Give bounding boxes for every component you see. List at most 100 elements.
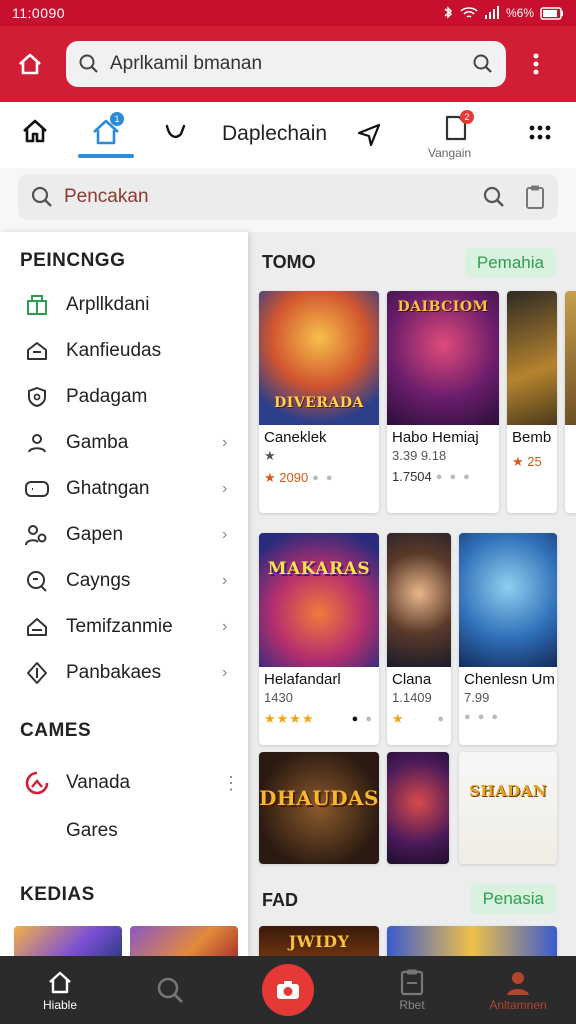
game-art: JWIDY <box>259 926 379 956</box>
clipboard-icon <box>400 969 424 996</box>
game-art: DHAUDAS <box>259 752 379 864</box>
drawer-item-label: Cayngs <box>66 570 131 591</box>
game-meta: 3.39 9.18 <box>392 448 447 463</box>
nav-store-tab[interactable]: 1 <box>90 112 124 148</box>
drawer-item-padagam[interactable]: Padagam <box>0 376 248 418</box>
game-card[interactable]: DAIBCIOM Habo Hemiaj 3.39 9.18 1.7504 ● ●… <box>387 291 499 513</box>
game-name: Bemb <box>512 429 552 446</box>
game-price: ★ 2090 <box>264 470 309 485</box>
drawer-item-label: Padagam <box>66 386 148 407</box>
drawer-item-label: Kanfieudas <box>66 340 162 361</box>
profile-icon <box>507 972 529 995</box>
overflow-menu-button[interactable] <box>524 44 548 84</box>
see-more-chip[interactable]: Pemahia <box>464 248 556 278</box>
bottom-nav-label: Anltamnen <box>489 998 547 1012</box>
drawer-game-vanada[interactable]: Vanada ⋮ <box>0 762 248 804</box>
account-label: Vangain <box>428 146 472 160</box>
game-rating: ★★★★ <box>264 711 315 726</box>
clipboard-icon[interactable] <box>524 184 546 210</box>
game-card[interactable] <box>387 752 449 864</box>
home-icon <box>23 119 47 143</box>
account-button[interactable]: 2 <box>444 110 474 142</box>
bottom-nav-home[interactable]: Hiable <box>10 956 110 1024</box>
url-text[interactable]: Aprlkamil bmanan <box>110 53 472 75</box>
drawer-item-kanfieudas[interactable]: Kanfieudas <box>0 330 248 372</box>
home-icon <box>49 971 71 994</box>
game-card[interactable]: JWIDY <box>259 926 379 956</box>
spinner-icon <box>25 771 49 795</box>
game-meta: 7.99 <box>464 690 490 705</box>
brand-title: Daplechain <box>222 122 328 145</box>
more-vertical-icon <box>533 53 539 75</box>
send-button[interactable] <box>356 120 382 146</box>
camera-button[interactable] <box>262 964 314 1016</box>
chevron-right-icon: › <box>222 572 228 589</box>
store-content: TOMO Pemahia DIVERADA Caneklek ★ ★ 2090 ●… <box>248 232 576 956</box>
chevron-right-icon: › <box>222 434 228 451</box>
game-art <box>387 752 449 864</box>
nav-home-button[interactable] <box>20 116 50 146</box>
game-card[interactable]: Clana 1.1409 ★ ● <box>387 533 451 745</box>
drawer-item-gamba[interactable]: Gamba › <box>0 422 248 464</box>
game-name: Caneklek <box>264 429 327 446</box>
drawer-item-label: Gares <box>66 820 118 841</box>
drawer-item-gapen[interactable]: Gapen › <box>0 514 248 556</box>
game-card[interactable]: Chenlesn Um 7.99 ● ● ● <box>459 533 557 745</box>
game-art-title: JWIDY <box>288 932 350 951</box>
game-card[interactable]: Bemb ★ 25 <box>507 291 557 513</box>
search-icon[interactable] <box>472 53 494 75</box>
apps-grid-button[interactable] <box>528 124 552 142</box>
game-name: Habo Hemiaj <box>392 429 479 446</box>
game-art <box>387 926 557 956</box>
url-search-bar[interactable]: Aprlkamil bmanan <box>66 41 506 87</box>
game-card[interactable]: DHAUDAS <box>259 752 379 864</box>
more-vertical-icon[interactable]: ⋮ <box>222 773 248 794</box>
status-icons: %6% <box>442 6 564 20</box>
bottom-nav-clipboard[interactable]: Rbet <box>362 956 462 1024</box>
drawer-item-arpllkdani[interactable]: Arpllkdani <box>0 284 248 326</box>
game-art-title: MAKARAS <box>267 559 371 579</box>
thumbnail-image[interactable] <box>130 926 238 956</box>
drawer-item-panbakaes[interactable]: Panbakaes › <box>0 652 248 694</box>
game-rating: ★ <box>264 448 277 463</box>
game-card[interactable]: DIVERADA Caneklek ★ ★ 2090 ● ● <box>259 291 379 513</box>
bottom-nav-label: Rbet <box>399 998 425 1012</box>
drawer-item-cayngs[interactable]: Cayngs › <box>0 560 248 602</box>
game-rating: ★ <box>392 711 405 726</box>
game-art-title: DAIBCIOM <box>397 299 489 315</box>
store-badge: 1 <box>110 112 124 126</box>
side-drawer: PEINCNGG Arpllkdani Kanfieudas Padagam G… <box>0 232 248 956</box>
bottom-nav: Hiable Rbet Anltamnen <box>0 956 576 1024</box>
game-card[interactable] <box>565 291 576 513</box>
game-card[interactable] <box>387 926 557 956</box>
search-field[interactable]: Pencakan <box>18 174 558 220</box>
pager-dots: ● ● ● <box>435 470 472 483</box>
battery-icon <box>540 6 563 20</box>
drawer-item-temifzanmie[interactable]: Temifzanmie › <box>0 606 248 648</box>
search-input[interactable]: Pencakan <box>64 186 482 208</box>
game-art <box>507 291 557 425</box>
see-more-chip[interactable]: Penasia <box>470 884 556 914</box>
camera-icon <box>277 981 299 999</box>
drawer-item-ghatngan[interactable]: Ghatngan › <box>0 468 248 510</box>
bottom-nav-profile[interactable]: Anltamnen <box>468 956 568 1024</box>
home-button[interactable] <box>10 44 50 84</box>
game-card[interactable]: SHADAN <box>459 752 557 864</box>
house-outline-icon <box>27 342 47 360</box>
gamepad-icon <box>25 481 49 497</box>
nav-check-button[interactable] <box>162 120 188 146</box>
drawer-item-label: Arpllkdani <box>66 294 150 315</box>
drawer-item-label: Temifzanmie <box>66 616 173 637</box>
game-meta: 1.1409 <box>392 690 432 705</box>
bottom-nav-search[interactable] <box>120 956 220 1024</box>
search-icon[interactable] <box>482 185 506 209</box>
check-shield-icon <box>165 124 186 138</box>
search-icon <box>157 977 183 1003</box>
grid-dots-icon <box>529 125 551 140</box>
person-icon <box>28 434 46 453</box>
search-row: Pencakan <box>0 168 576 232</box>
home-icon <box>19 53 41 75</box>
game-card[interactable]: MAKARAS Helafandarl 1430 ★★★★ ● ● <box>259 533 379 745</box>
thumbnail-image[interactable] <box>14 926 122 956</box>
drawer-game-gares[interactable]: Gares <box>0 810 248 852</box>
